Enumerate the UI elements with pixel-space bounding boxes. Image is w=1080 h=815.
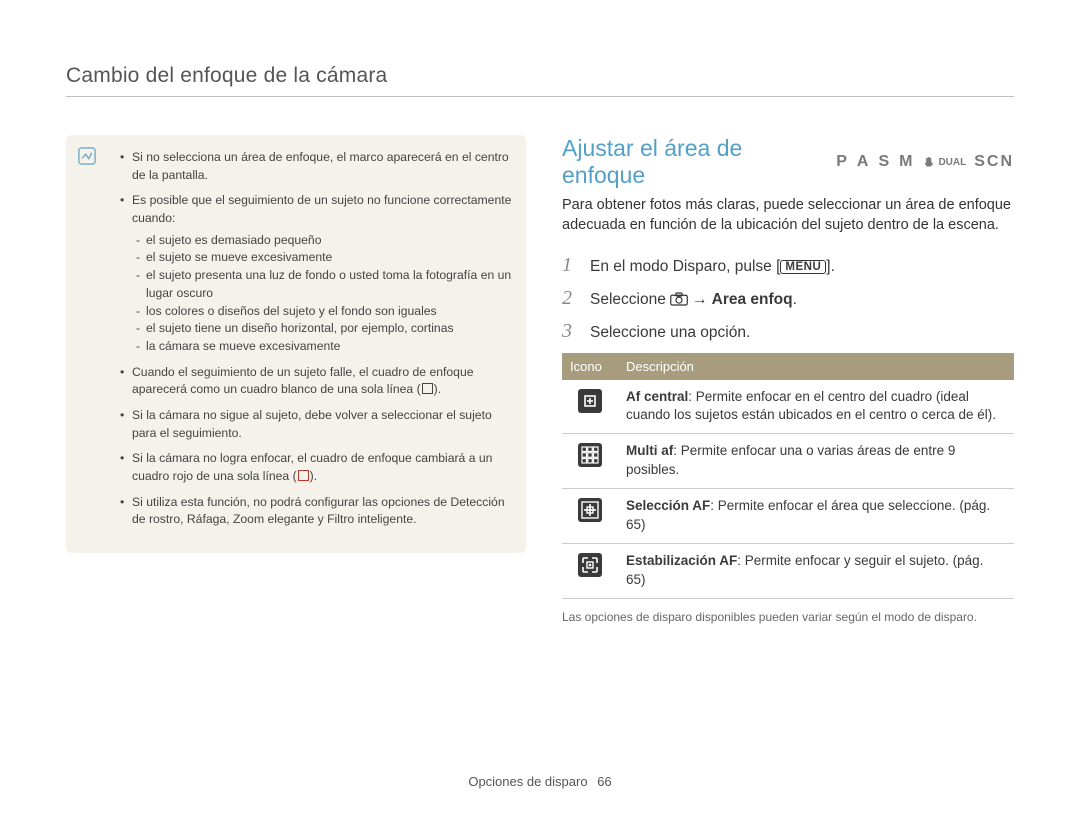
note-item: Si la cámara no sigue al sujeto, debe vo… [122, 407, 512, 442]
note-subitem: el sujeto se mueve excesivamente [136, 249, 512, 267]
step-number: 3 [562, 320, 580, 343]
note-item: Es posible que el seguimiento de un suje… [122, 192, 512, 355]
note-subitem: el sujeto tiene un diseño horizontal, po… [136, 320, 512, 338]
mode-s: S [878, 153, 891, 171]
step-number: 1 [562, 254, 580, 277]
hand-icon [922, 155, 936, 170]
note-subitem: la cámara se mueve excesivamente [136, 338, 512, 356]
note-item: Si utiliza esta función, no podrá config… [122, 494, 512, 529]
white-frame-icon [422, 383, 433, 394]
desc-cell: Estabilización AF: Permite enfocar y seg… [618, 543, 1014, 598]
desc-cell: Multi af: Permite enfocar una o varias á… [618, 434, 1014, 489]
th-icon: Icono [562, 353, 618, 380]
footer-page: 66 [597, 774, 611, 789]
multi-af-icon [577, 442, 603, 468]
heading-text: Ajustar el área de enfoque [562, 135, 818, 189]
note-text: Si la cámara no sigue al sujeto, debe vo… [132, 408, 492, 440]
table-row: Multi af: Permite enfocar una o varias á… [562, 434, 1014, 489]
seleccion-af-icon [577, 497, 603, 523]
manual-page: Cambio del enfoque de la cámara Si no se… [0, 0, 1080, 815]
table-row: Af central: Permite enfocar en el centro… [562, 380, 1014, 434]
page-title: Cambio del enfoque de la cámara [66, 64, 1014, 97]
estabilizacion-af-icon [577, 552, 603, 578]
steps-list: 1 En el modo Disparo, pulse [MENU]. 2 Se… [562, 254, 1014, 343]
arrow-icon: → [692, 291, 708, 308]
footer-section: Opciones de disparo [468, 774, 587, 789]
step-text: Seleccione una opción. [590, 324, 750, 342]
mode-dual: DUAL [922, 155, 966, 170]
desc-cell: Selección AF: Permite enfocar el área qu… [618, 489, 1014, 544]
mode-indicator-row: P A S M DUAL SCN [836, 153, 1014, 171]
focus-options-table: Icono Descripción Af central: Permite en… [562, 353, 1014, 599]
mode-m: M [899, 153, 914, 171]
desc-cell: Af central: Permite enfocar en el centro… [618, 380, 1014, 434]
mode-p: P [836, 153, 849, 171]
note-list: Si no selecciona un área de enfoque, el … [122, 149, 512, 529]
note-item: Si no selecciona un área de enfoque, el … [122, 149, 512, 184]
note-item: Cuando el seguimiento de un sujeto falle… [122, 364, 512, 399]
note-text: Es posible que el seguimiento de un suje… [132, 193, 511, 225]
note-item: Si la cámara no logra enfocar, el cuadro… [122, 450, 512, 485]
note-text: ). [434, 382, 441, 396]
right-column: Ajustar el área de enfoque P A S M DUAL … [562, 135, 1014, 626]
page-footer: Opciones de disparo 66 [0, 774, 1080, 789]
th-desc: Descripción [618, 353, 1014, 380]
section-heading: Ajustar el área de enfoque P A S M DUAL … [562, 135, 1014, 189]
menu-button-icon: MENU [780, 260, 826, 274]
note-subitem: el sujeto es demasiado pequeño [136, 232, 512, 250]
intro-paragraph: Para obtener fotos más claras, puede sel… [562, 195, 1014, 236]
step-number: 2 [562, 287, 580, 310]
af-central-icon [577, 388, 603, 414]
table-row: Selección AF: Permite enfocar el área qu… [562, 489, 1014, 544]
note-text: Si no selecciona un área de enfoque, el … [132, 150, 509, 182]
note-text: ). [310, 469, 317, 483]
note-subitem: el sujeto presenta una luz de fondo o us… [136, 267, 512, 302]
note-box: Si no selecciona un área de enfoque, el … [66, 135, 526, 553]
footnote: Las opciones de disparo disponibles pued… [562, 609, 1014, 626]
left-column: Si no selecciona un área de enfoque, el … [66, 135, 526, 626]
red-frame-icon [298, 470, 309, 481]
note-text: Si utiliza esta función, no podrá config… [132, 495, 505, 527]
camera-icon [670, 291, 688, 308]
icon-cell [562, 489, 618, 544]
icon-cell [562, 543, 618, 598]
step-text: Seleccione →Area enfoq. [590, 291, 797, 309]
step-3: 3 Seleccione una opción. [562, 320, 1014, 343]
note-sublist: el sujeto es demasiado pequeño el sujeto… [136, 232, 512, 356]
icon-cell [562, 434, 618, 489]
mode-a: A [857, 153, 871, 171]
note-subitem: los colores o diseños del sujeto y el fo… [136, 303, 512, 321]
mode-scn: SCN [974, 153, 1014, 171]
step-2: 2 Seleccione →Area enfoq. [562, 287, 1014, 310]
icon-cell [562, 380, 618, 434]
step-text: En el modo Disparo, pulse [MENU]. [590, 258, 835, 276]
step-1: 1 En el modo Disparo, pulse [MENU]. [562, 254, 1014, 277]
two-column-layout: Si no selecciona un área de enfoque, el … [66, 135, 1014, 626]
note-icon [78, 147, 96, 165]
table-row: Estabilización AF: Permite enfocar y seg… [562, 543, 1014, 598]
